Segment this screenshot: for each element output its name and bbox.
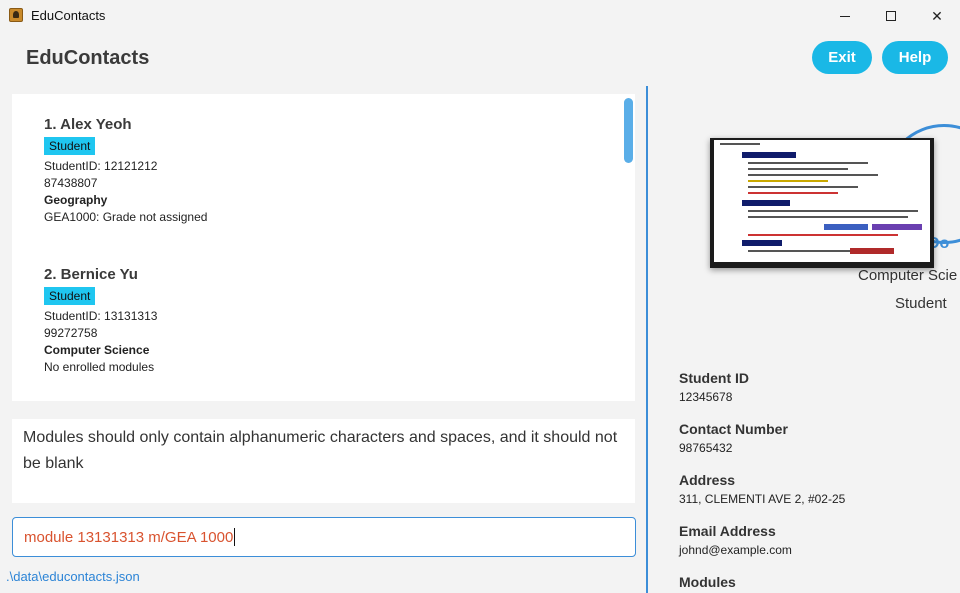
contact-phone: 99272758 xyxy=(44,326,98,340)
app-name: EduContacts xyxy=(26,47,150,69)
contact-number-value: 98765432 xyxy=(679,441,733,455)
contact-modules: No enrolled modules xyxy=(44,360,155,374)
thumb-button xyxy=(850,248,894,254)
contact-card[interactable]: 2. Bernice Yu Student StudentID: 1313131… xyxy=(44,266,157,376)
thumb-heading xyxy=(742,200,790,206)
contact-phone: 87438807 xyxy=(44,176,98,190)
thumb-text xyxy=(748,234,898,236)
close-button[interactable]: ✕ xyxy=(914,0,960,32)
contact-course: Geography xyxy=(44,193,108,207)
contact-list[interactable]: 1. Alex Yeoh Student StudentID: 12121212… xyxy=(12,94,621,401)
thumb-button xyxy=(824,224,868,230)
screenshot-thumbnail xyxy=(710,138,934,268)
contact-name: 2. Bernice Yu xyxy=(44,266,138,283)
profile-role: Student xyxy=(895,295,947,312)
student-id-value: 12345678 xyxy=(679,390,733,404)
help-button[interactable]: Help xyxy=(882,41,948,74)
modules-label: Modules xyxy=(679,574,736,590)
exit-button[interactable]: Exit xyxy=(812,41,872,74)
thumb-text xyxy=(720,143,760,145)
address-value: 311, CLEMENTI AVE 2, #02-25 xyxy=(679,492,846,506)
thumb-text xyxy=(748,210,918,212)
profile-faculty: Computer Scie xyxy=(858,267,958,284)
result-display: Modules should only contain alphanumeric… xyxy=(12,419,635,503)
thumb-text xyxy=(748,174,878,176)
text-caret xyxy=(234,528,236,546)
student-id-label: Student ID xyxy=(679,370,749,386)
thumb-button xyxy=(872,224,922,230)
thumb-text xyxy=(748,180,828,182)
command-text: module 13131313 m/GEA 1000 xyxy=(24,528,234,546)
status-bar-path: .\data\educontacts.json xyxy=(6,569,140,584)
contact-number-label: Contact Number xyxy=(679,421,788,437)
email-label: Email Address xyxy=(679,523,776,539)
window-title: EduContacts xyxy=(31,8,106,23)
thumb-text xyxy=(748,162,868,164)
left-panel: 1. Alex Yeoh Student StudentID: 12121212… xyxy=(0,86,646,593)
contact-student-id: StudentID: 13131313 xyxy=(44,309,158,323)
thumbnail-document xyxy=(714,140,930,262)
thumb-text xyxy=(748,186,858,188)
thumb-text xyxy=(748,168,848,170)
role-tag: Student xyxy=(44,137,96,155)
thumb-heading xyxy=(742,152,796,158)
email-value: johnd@example.com xyxy=(679,543,792,557)
minimize-button[interactable] xyxy=(822,0,868,32)
contact-modules: GEA1000: Grade not assigned xyxy=(44,210,208,224)
thumb-text xyxy=(748,216,908,218)
scrollbar-thumb[interactable] xyxy=(624,98,633,163)
contact-name: 1. Alex Yeoh xyxy=(44,116,132,133)
maximize-button[interactable] xyxy=(868,0,914,32)
profile-panel: Do Computer Scie Student Student ID 1234… xyxy=(648,86,960,593)
app-icon xyxy=(9,8,23,22)
app-header: EduContacts Exit Help xyxy=(0,32,960,86)
contact-student-id: StudentID: 12121212 xyxy=(44,159,158,173)
thumb-text xyxy=(748,192,838,194)
window-titlebar: EduContacts ✕ xyxy=(0,0,960,32)
role-tag: Student xyxy=(44,287,96,305)
contact-course: Computer Science xyxy=(44,343,150,357)
contact-card[interactable]: 1. Alex Yeoh Student StudentID: 12121212… xyxy=(44,116,207,226)
maximize-icon xyxy=(886,11,896,21)
command-input[interactable]: module 13131313 m/GEA 1000 xyxy=(12,517,636,557)
close-icon: ✕ xyxy=(931,7,943,24)
minimize-icon xyxy=(840,15,850,17)
thumb-heading xyxy=(742,240,782,246)
address-label: Address xyxy=(679,472,736,488)
